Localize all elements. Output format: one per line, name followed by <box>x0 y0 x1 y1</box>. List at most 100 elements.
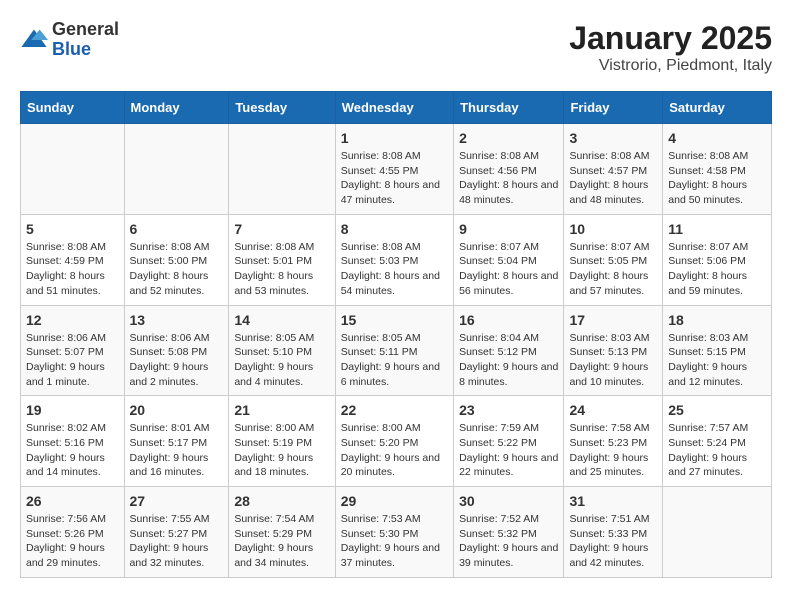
calendar-cell: 15Sunrise: 8:05 AM Sunset: 5:11 PM Dayli… <box>335 305 453 396</box>
calendar-cell: 29Sunrise: 7:53 AM Sunset: 5:30 PM Dayli… <box>335 487 453 578</box>
day-info: Sunrise: 8:05 AM Sunset: 5:10 PM Dayligh… <box>234 331 329 390</box>
day-number: 26 <box>26 493 119 509</box>
day-number: 4 <box>668 130 766 146</box>
day-info: Sunrise: 8:08 AM Sunset: 4:58 PM Dayligh… <box>668 149 766 208</box>
logo-general-text: General <box>52 20 119 40</box>
day-number: 24 <box>569 402 657 418</box>
weekday-header-sunday: Sunday <box>21 92 125 124</box>
calendar-cell: 1 Sunrise: 8:08 AM Sunset: 4:55 PM Daylig… <box>335 124 453 215</box>
calendar-cell: 23Sunrise: 7:59 AM Sunset: 5:22 PM Dayli… <box>454 396 564 487</box>
day-number: 18 <box>668 312 766 328</box>
calendar-cell: 12 Sunrise: 8:06 AM Sunset: 5:07 PM Dayli… <box>21 305 125 396</box>
day-info: Sunrise: 8:06 AM Sunset: 5:08 PM Dayligh… <box>130 331 224 390</box>
day-number: 1 <box>341 130 448 146</box>
day-info: Sunrise: 8:08 AM Sunset: 4:55 PM Dayligh… <box>341 149 448 208</box>
calendar-week-3: 12 Sunrise: 8:06 AM Sunset: 5:07 PM Dayli… <box>21 305 772 396</box>
day-number: 16 <box>459 312 558 328</box>
day-info: Sunrise: 8:00 AM Sunset: 5:19 PM Dayligh… <box>234 421 329 480</box>
day-info: Sunrise: 8:07 AM Sunset: 5:05 PM Dayligh… <box>569 240 657 299</box>
calendar-cell: 14 Sunrise: 8:05 AM Sunset: 5:10 PM Dayli… <box>229 305 335 396</box>
day-info: Sunrise: 7:57 AM Sunset: 5:24 PM Dayligh… <box>668 421 766 480</box>
day-info: Sunrise: 8:07 AM Sunset: 5:06 PM Dayligh… <box>668 240 766 299</box>
calendar-cell: 24Sunrise: 7:58 AM Sunset: 5:23 PM Dayli… <box>564 396 663 487</box>
calendar-week-2: 5Sunrise: 8:08 AM Sunset: 4:59 PM Daylig… <box>21 214 772 305</box>
calendar-cell: 22 Sunrise: 8:00 AM Sunset: 5:20 PM Dayli… <box>335 396 453 487</box>
weekday-header-saturday: Saturday <box>663 92 772 124</box>
day-number: 25 <box>668 402 766 418</box>
calendar-cell: 9Sunrise: 8:07 AM Sunset: 5:04 PM Daylig… <box>454 214 564 305</box>
day-number: 17 <box>569 312 657 328</box>
logo-blue-text: Blue <box>52 40 119 60</box>
day-number: 13 <box>130 312 224 328</box>
calendar-week-4: 19 Sunrise: 8:02 AM Sunset: 5:16 PM Dayli… <box>21 396 772 487</box>
weekday-header-monday: Monday <box>124 92 229 124</box>
calendar-cell: 8 Sunrise: 8:08 AM Sunset: 5:03 PM Daylig… <box>335 214 453 305</box>
calendar-cell: 6 Sunrise: 8:08 AM Sunset: 5:00 PM Daylig… <box>124 214 229 305</box>
day-number: 8 <box>341 221 448 237</box>
day-info: Sunrise: 7:56 AM Sunset: 5:26 PM Dayligh… <box>26 512 119 571</box>
day-number: 3 <box>569 130 657 146</box>
calendar-cell <box>21 124 125 215</box>
weekday-header-thursday: Thursday <box>454 92 564 124</box>
day-info: Sunrise: 8:02 AM Sunset: 5:16 PM Dayligh… <box>26 421 119 480</box>
calendar-cell: 28 Sunrise: 7:54 AM Sunset: 5:29 PM Dayli… <box>229 487 335 578</box>
calendar-cell: 11Sunrise: 8:07 AM Sunset: 5:06 PM Dayli… <box>663 214 772 305</box>
day-info: Sunrise: 8:08 AM Sunset: 5:03 PM Dayligh… <box>341 240 448 299</box>
calendar-cell: 27 Sunrise: 7:55 AM Sunset: 5:27 PM Dayli… <box>124 487 229 578</box>
day-number: 2 <box>459 130 558 146</box>
day-info: Sunrise: 8:08 AM Sunset: 4:57 PM Dayligh… <box>569 149 657 208</box>
day-number: 27 <box>130 493 224 509</box>
page-subtitle: Vistrorio, Piedmont, Italy <box>569 57 772 75</box>
calendar-cell: 2 Sunrise: 8:08 AM Sunset: 4:56 PM Daylig… <box>454 124 564 215</box>
calendar-cell <box>663 487 772 578</box>
day-info: Sunrise: 8:08 AM Sunset: 5:00 PM Dayligh… <box>130 240 224 299</box>
day-number: 12 <box>26 312 119 328</box>
day-number: 10 <box>569 221 657 237</box>
day-info: Sunrise: 7:59 AM Sunset: 5:22 PM Dayligh… <box>459 421 558 480</box>
calendar-cell: 7Sunrise: 8:08 AM Sunset: 5:01 PM Daylig… <box>229 214 335 305</box>
day-number: 30 <box>459 493 558 509</box>
calendar-cell: 13 Sunrise: 8:06 AM Sunset: 5:08 PM Dayli… <box>124 305 229 396</box>
day-number: 6 <box>130 221 224 237</box>
day-info: Sunrise: 7:51 AM Sunset: 5:33 PM Dayligh… <box>569 512 657 571</box>
day-number: 19 <box>26 402 119 418</box>
day-number: 14 <box>234 312 329 328</box>
day-info: Sunrise: 7:54 AM Sunset: 5:29 PM Dayligh… <box>234 512 329 571</box>
day-info: Sunrise: 8:03 AM Sunset: 5:13 PM Dayligh… <box>569 331 657 390</box>
calendar-cell: 3 Sunrise: 8:08 AM Sunset: 4:57 PM Daylig… <box>564 124 663 215</box>
page-title: January 2025 <box>569 20 772 57</box>
calendar-cell: 16 Sunrise: 8:04 AM Sunset: 5:12 PM Dayli… <box>454 305 564 396</box>
day-number: 29 <box>341 493 448 509</box>
weekday-header-tuesday: Tuesday <box>229 92 335 124</box>
day-number: 15 <box>341 312 448 328</box>
logo-icon <box>20 26 48 54</box>
day-number: 7 <box>234 221 329 237</box>
day-info: Sunrise: 8:04 AM Sunset: 5:12 PM Dayligh… <box>459 331 558 390</box>
calendar-cell: 4 Sunrise: 8:08 AM Sunset: 4:58 PM Daylig… <box>663 124 772 215</box>
day-info: Sunrise: 8:08 AM Sunset: 4:56 PM Dayligh… <box>459 149 558 208</box>
day-number: 22 <box>341 402 448 418</box>
calendar-cell: 20 Sunrise: 8:01 AM Sunset: 5:17 PM Dayli… <box>124 396 229 487</box>
logo-text: General Blue <box>52 20 119 60</box>
calendar-cell: 5Sunrise: 8:08 AM Sunset: 4:59 PM Daylig… <box>21 214 125 305</box>
day-info: Sunrise: 8:08 AM Sunset: 4:59 PM Dayligh… <box>26 240 119 299</box>
day-number: 28 <box>234 493 329 509</box>
calendar-cell: 25 Sunrise: 7:57 AM Sunset: 5:24 PM Dayli… <box>663 396 772 487</box>
calendar-cell: 19 Sunrise: 8:02 AM Sunset: 5:16 PM Dayli… <box>21 396 125 487</box>
page-header: General Blue January 2025 Vistrorio, Pie… <box>20 20 772 75</box>
calendar-week-1: 1 Sunrise: 8:08 AM Sunset: 4:55 PM Daylig… <box>21 124 772 215</box>
day-info: Sunrise: 8:00 AM Sunset: 5:20 PM Dayligh… <box>341 421 448 480</box>
day-number: 20 <box>130 402 224 418</box>
day-number: 31 <box>569 493 657 509</box>
day-info: Sunrise: 8:06 AM Sunset: 5:07 PM Dayligh… <box>26 331 119 390</box>
weekday-header-friday: Friday <box>564 92 663 124</box>
day-info: Sunrise: 7:55 AM Sunset: 5:27 PM Dayligh… <box>130 512 224 571</box>
day-info: Sunrise: 8:01 AM Sunset: 5:17 PM Dayligh… <box>130 421 224 480</box>
calendar-cell: 30Sunrise: 7:52 AM Sunset: 5:32 PM Dayli… <box>454 487 564 578</box>
logo: General Blue <box>20 20 119 60</box>
calendar-cell: 31 Sunrise: 7:51 AM Sunset: 5:33 PM Dayli… <box>564 487 663 578</box>
title-block: January 2025 Vistrorio, Piedmont, Italy <box>569 20 772 75</box>
calendar-cell: 17 Sunrise: 8:03 AM Sunset: 5:13 PM Dayli… <box>564 305 663 396</box>
calendar-week-5: 26 Sunrise: 7:56 AM Sunset: 5:26 PM Dayli… <box>21 487 772 578</box>
weekday-header-wednesday: Wednesday <box>335 92 453 124</box>
